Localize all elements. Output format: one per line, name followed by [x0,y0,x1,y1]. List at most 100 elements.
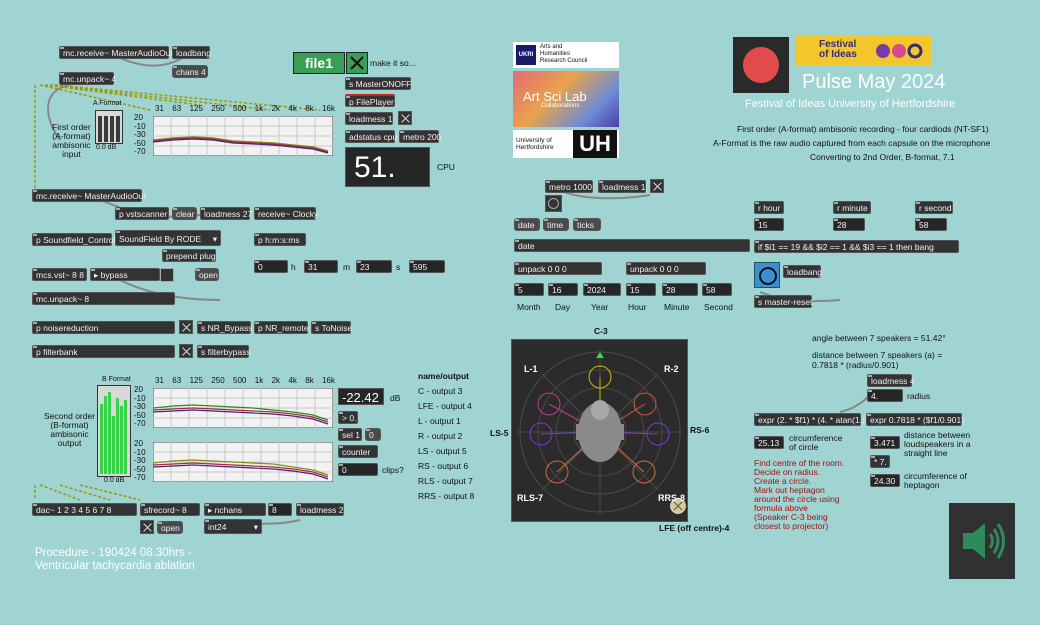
mc-unpack-4[interactable]: mc.unpack~ 4 [59,72,116,85]
unpack-date[interactable]: unpack 0 0 0 [514,262,602,275]
minutes-number[interactable]: 31 [304,260,338,273]
receive-minute[interactable]: r minute [833,201,871,214]
metro-200[interactable]: metro 200 [399,130,441,143]
send-nr-bypass[interactable]: s NR_Bypass [197,321,253,334]
receive-master-audio-2[interactable]: mc.receive~ MasterAudioOut [32,189,146,202]
loadmess-2[interactable]: loadmess 2 [296,503,344,516]
receive-master-audio-1[interactable]: mc.receive~ MasterAudioOut [59,46,173,59]
cpu-label: CPU [437,162,455,172]
record-indicator[interactable] [733,37,789,93]
list-item: R - output 2 [418,431,463,441]
speaker-panner[interactable]: L-1 R-2 RLS-7 RRS-8 [511,339,688,522]
receive-hour[interactable]: r hour [754,201,784,214]
milliseconds-number[interactable]: 595 [409,260,445,273]
nr-remote-subpatch[interactable]: p NR_remote [254,321,309,334]
chevron-down-icon: ▾ [253,522,258,532]
distance-number[interactable]: 3.471 [870,436,900,449]
ticks-message[interactable]: ticks [573,218,601,231]
clock-toggle[interactable] [650,179,664,193]
noisereduction-subpatch[interactable]: p noisereduction [32,321,175,334]
speaker-label-lfe: LFE (off centre)-4 [659,523,730,533]
vstscanner-subpatch[interactable]: p vstscanner [115,207,169,220]
open-vst-message[interactable]: open [195,268,219,281]
open-record-message[interactable]: open [157,521,183,534]
loadbang-clock[interactable]: loadbang [783,265,822,278]
seconds-label: s [396,262,401,272]
db-unit-label: dB [390,393,401,403]
receive-second-number[interactable]: 58 [915,218,947,231]
metro-1000[interactable]: metro 1000 [545,180,593,193]
filterbank-subpatch[interactable]: p filterbank [32,345,175,358]
prepend-plug[interactable]: prepend plug [162,249,216,262]
record-toggle[interactable] [140,520,154,534]
expr-circumference[interactable]: expr (2. * $f1) * (4. * atan(1.)) [754,413,868,426]
filter-bypass-toggle[interactable] [179,344,193,358]
send-filterbypass[interactable]: s filterbypass [197,345,251,358]
loadmess-1-clock[interactable]: loadmess 1 [598,180,646,193]
nchans-attr[interactable]: ▸ nchans [204,503,266,516]
seconds-number[interactable]: 23 [356,260,392,273]
if-time-condition[interactable]: if $i1 == 19 && $i2 == 1 && $i3 == 1 the… [754,240,959,253]
chans-message[interactable]: chans 4 [172,65,208,78]
file-playback-panel[interactable]: file1 [293,52,345,74]
receive-minute-number[interactable]: 28 [833,218,865,231]
heptagon-number[interactable]: 24.30 [870,474,900,487]
loadmess-4[interactable]: loadmess 4 [867,374,914,387]
send-tonoise[interactable]: s ToNoise [311,321,352,334]
receive-clocky[interactable]: receive~ Clocky [254,207,318,220]
samptype-menu[interactable]: int24 ▾ [204,519,262,534]
plugin-menu[interactable]: SoundField By RODE ▾ [115,230,221,246]
mcs-vst[interactable]: mcs.vst~ 8 8 [32,268,87,281]
bypass-attr[interactable]: ▸ bypass [90,268,160,281]
hms-subpatch[interactable]: p h:m:s:ms [254,233,306,246]
sel-zero-message[interactable]: 0 [365,428,381,441]
clear-message[interactable]: clear [172,207,197,220]
counter[interactable]: counter [338,445,378,458]
freq-tick: 16k [322,376,335,385]
unpack-time[interactable]: unpack 0 0 0 [626,262,706,275]
second-number[interactable]: 58 [702,283,732,296]
time-message[interactable]: time [543,218,569,231]
bypass-toggle[interactable] [160,268,174,282]
expr-distance[interactable]: expr 0.7818 * ($f1/0.901) [866,413,964,426]
circumference-number[interactable]: 25.13 [754,436,784,449]
month-number[interactable]: 5 [514,283,544,296]
adstatus-cpu[interactable]: adstatus cpu [345,130,397,143]
hour-label: Hour [628,302,647,312]
loadmess-27[interactable]: loadmess 27 [200,207,252,220]
fileplayer-subpatch[interactable]: p FilePlayer [345,94,395,107]
send-master-reset[interactable]: s master-reset [754,295,812,308]
nr-bypass-toggle[interactable] [179,320,193,334]
toggle-cpu[interactable] [398,111,412,125]
loadbang-1[interactable]: loadbang [172,46,211,59]
day-number[interactable]: 16 [548,283,578,296]
audio-speaker-button[interactable] [949,503,1015,579]
loadmess-1-file[interactable]: loadmess 1 [345,112,393,125]
file-close-toggle[interactable] [346,52,368,74]
send-master-onoff[interactable]: s MasterONOFF [345,77,411,90]
receive-second[interactable]: r second [915,201,953,214]
date-object[interactable]: date [514,239,750,252]
date-message[interactable]: date [514,218,540,231]
hour-number[interactable]: 15 [626,283,656,296]
hours-number[interactable]: 0 [254,260,288,273]
minute-number[interactable]: 28 [662,283,698,296]
clock-bang-button[interactable] [545,195,562,212]
sel-1[interactable]: sel 1 [338,428,362,441]
cpu-number-display[interactable]: 51. [345,147,430,187]
freq-tick: 16k [322,104,335,113]
output-level-number[interactable]: -22.42 [338,388,384,405]
soundfield-control[interactable]: p Soundfield_Control [32,233,115,246]
year-number[interactable]: 2024 [583,283,621,296]
mc-unpack-8[interactable]: mc.unpack~ 8 [32,292,175,305]
radius-number[interactable]: 4. [867,389,903,402]
dac-output[interactable]: dac~ 1 2 3 4 5 6 7 8 [32,503,137,516]
nchans-number[interactable]: 8 [268,503,292,516]
clips-number[interactable]: 0 [338,463,378,476]
sfrecord-8[interactable]: sfrecord~ 8 [140,503,200,516]
greater-than-zero[interactable]: > 0. [338,411,358,424]
freq-tick: 63 [172,376,182,385]
master-reset-bang[interactable] [754,262,780,288]
multiply-7[interactable]: * 7. [870,455,890,468]
receive-hour-number[interactable]: 15 [754,218,784,231]
